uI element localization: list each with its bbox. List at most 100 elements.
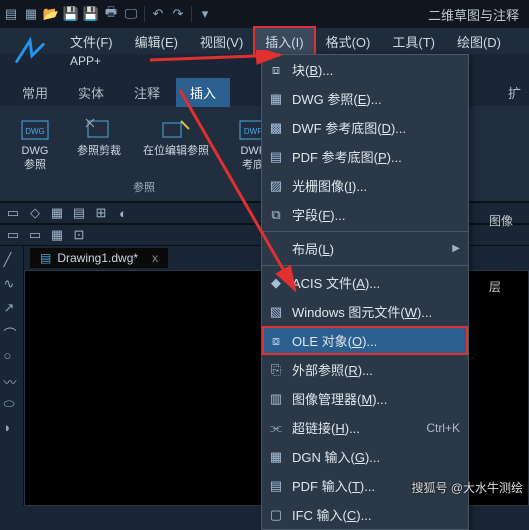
menu-item-dgn[interactable]: ▦DGN 输入(G)... — [262, 442, 468, 471]
save-icon[interactable]: 💾 — [64, 7, 78, 21]
menu-item-label: Windows 图元文件(W)... — [292, 302, 460, 321]
dwg-icon: ▦ — [268, 91, 284, 107]
menu-item-xref[interactable]: ⎘外部参照(R)... — [262, 355, 468, 384]
tool-icon[interactable]: ⊡ — [70, 226, 88, 244]
dwf-icon: ▩ — [268, 120, 284, 136]
print-icon[interactable]: 🖶 — [104, 7, 118, 21]
panel-label: 参照 — [133, 179, 155, 197]
menu-tools[interactable]: 工具(T) — [382, 28, 445, 55]
ray-icon[interactable]: ↗ — [4, 300, 20, 316]
separator — [144, 6, 145, 22]
xref-icon: ⎘ — [268, 362, 284, 378]
menu-item-label: 布局(L) — [292, 239, 444, 258]
app-plus-label[interactable]: APP+ — [70, 54, 101, 68]
menu-icon[interactable]: ▤ — [4, 7, 18, 21]
undo-icon[interactable]: ↶ — [151, 7, 165, 21]
btn-label: 参照剪裁 — [77, 144, 121, 158]
menu-item-dwf[interactable]: ▩ DWF 参考底图(D)... — [262, 113, 468, 142]
menu-item-label: PDF 参考底图(P)... — [292, 147, 460, 166]
menu-item-field[interactable]: ⧉ 字段(F)... — [262, 200, 468, 229]
open-icon[interactable]: 📂 — [44, 7, 58, 21]
btn-edit-ref-inplace[interactable]: 在位编辑参照 — [136, 116, 216, 172]
polyline-icon[interactable]: ∿ — [4, 276, 20, 292]
preview-icon[interactable]: 🖵 — [124, 7, 138, 21]
raster-icon: ▨ — [268, 178, 284, 194]
document-tab[interactable]: ▤ Drawing1.dwg* x — [30, 248, 168, 268]
new-icon[interactable]: ▦ — [24, 7, 38, 21]
pdfin-icon: ▤ — [268, 478, 284, 494]
menubar: 文件(F) 编辑(E) 视图(V) 插入(I) 格式(O) 工具(T) 绘图(D… — [0, 28, 529, 54]
menu-item-raster[interactable]: ▨光栅图像(I)... — [262, 171, 468, 200]
menu-format[interactable]: 格式(O) — [316, 28, 381, 55]
btn-label: 在位编辑参照 — [143, 144, 209, 158]
btn-dwg-ref[interactable]: DWG DWG 参照 — [8, 116, 62, 172]
menu-item-acis[interactable]: ◆ACIS 文件(A)... — [262, 268, 468, 297]
tool-icon[interactable]: ◐ — [114, 204, 132, 222]
menu-item-imgmgr[interactable]: ▥图像管理器(M)... — [262, 384, 468, 413]
menu-item-block[interactable]: ⧈块(B)... — [262, 55, 468, 84]
ellipse-arc-icon[interactable]: ◗ — [4, 420, 20, 436]
acis-icon: ◆ — [268, 275, 284, 291]
spline-icon[interactable]: 〰 — [4, 372, 20, 388]
dgn-icon: ▦ — [268, 449, 284, 465]
dwg-file-icon: ▤ — [40, 251, 51, 265]
redo-icon[interactable]: ↷ — [171, 7, 185, 21]
menu-item-link[interactable]: ⫘超链接(H)...Ctrl+K — [262, 413, 468, 442]
dropdown-icon[interactable]: ▾ — [198, 7, 212, 21]
btn-ref-clip[interactable]: 参照剪裁 — [72, 116, 126, 172]
menu-item-pdf[interactable]: ▤ PDF 参考底图(P)... — [262, 142, 468, 171]
separator — [191, 6, 192, 22]
submenu-arrow-icon: ▶ — [452, 243, 460, 254]
btn-label: DWG 参照 — [22, 144, 49, 172]
tool-icon[interactable]: ▦ — [48, 226, 66, 244]
menu-item-layout[interactable]: 布局(L) ▶ — [262, 234, 468, 263]
menu-separator — [262, 231, 468, 232]
tool-icon[interactable]: ◇ — [26, 204, 44, 222]
menu-item-wmf[interactable]: ▧Windows 图元文件(W)... — [262, 297, 468, 326]
side-panel-labels: 图像 层 — [489, 208, 529, 300]
field-icon: ⧉ — [268, 207, 284, 223]
line-icon[interactable]: ╱ — [4, 252, 20, 268]
menu-draw[interactable]: 绘图(D) — [447, 28, 511, 55]
tab-insert[interactable]: 插入 — [176, 78, 230, 107]
menu-item-label: 块(B)... — [292, 60, 460, 79]
ellipse-icon[interactable]: ⬭ — [4, 396, 20, 412]
menu-insert[interactable]: 插入(I) — [255, 28, 313, 55]
menu-edit[interactable]: 编辑(E) — [125, 28, 188, 55]
close-icon[interactable]: x — [152, 251, 158, 265]
blank-icon — [268, 241, 284, 257]
tool-icon[interactable]: ▭ — [26, 226, 44, 244]
app-logo[interactable] — [6, 28, 54, 76]
menu-item-label: DWF 参考底图(D)... — [292, 118, 460, 137]
tool-icon[interactable]: ⊞ — [92, 204, 110, 222]
ole-icon: ⧇ — [268, 333, 284, 349]
tab-common[interactable]: 常用 — [8, 78, 62, 107]
pdf-icon: ▤ — [268, 149, 284, 165]
tab-entity[interactable]: 实体 — [64, 78, 118, 107]
quick-access-toolbar: ▤ ▦ 📂 💾 💾 🖶 🖵 ↶ ↷ ▾ 二维草图与注释 — [0, 0, 529, 28]
saveas-icon[interactable]: 💾 — [84, 7, 98, 21]
menu-item-label: IFC 输入(C)... — [292, 505, 460, 524]
menu-view[interactable]: 视图(V) — [190, 28, 253, 55]
link-icon: ⫘ — [268, 420, 284, 436]
menu-item-label: OLE 对象(O)... — [292, 331, 460, 350]
menu-item-ole[interactable]: ⧇ OLE 对象(O)... — [262, 326, 468, 355]
side-label-image: 图像 — [489, 208, 529, 234]
tool-icon[interactable]: ▤ — [70, 204, 88, 222]
menu-item-ifc[interactable]: ▢IFC 输入(C)... — [262, 500, 468, 529]
menu-item-label: 字段(F)... — [292, 205, 460, 224]
tool-icon[interactable]: ▦ — [48, 204, 66, 222]
tab-extend[interactable]: 扩 — [500, 78, 529, 107]
menu-item-dwg[interactable]: ▦DWG 参照(E)... — [262, 84, 468, 113]
arc-icon[interactable]: ⌒ — [4, 324, 20, 340]
circle-icon[interactable]: ○ — [4, 348, 20, 364]
menu-file[interactable]: 文件(F) — [60, 28, 123, 55]
tool-icon[interactable]: ▭ — [4, 226, 22, 244]
svg-text:DWG: DWG — [25, 127, 45, 136]
menu-separator — [262, 265, 468, 266]
menu-item-label: 超链接(H)... — [292, 418, 418, 437]
tool-icon[interactable]: ▭ — [4, 204, 22, 222]
workspace-label[interactable]: 二维草图与注释 — [428, 5, 525, 24]
menu-item-label: 图像管理器(M)... — [292, 389, 460, 408]
tab-annotate[interactable]: 注释 — [120, 78, 174, 107]
